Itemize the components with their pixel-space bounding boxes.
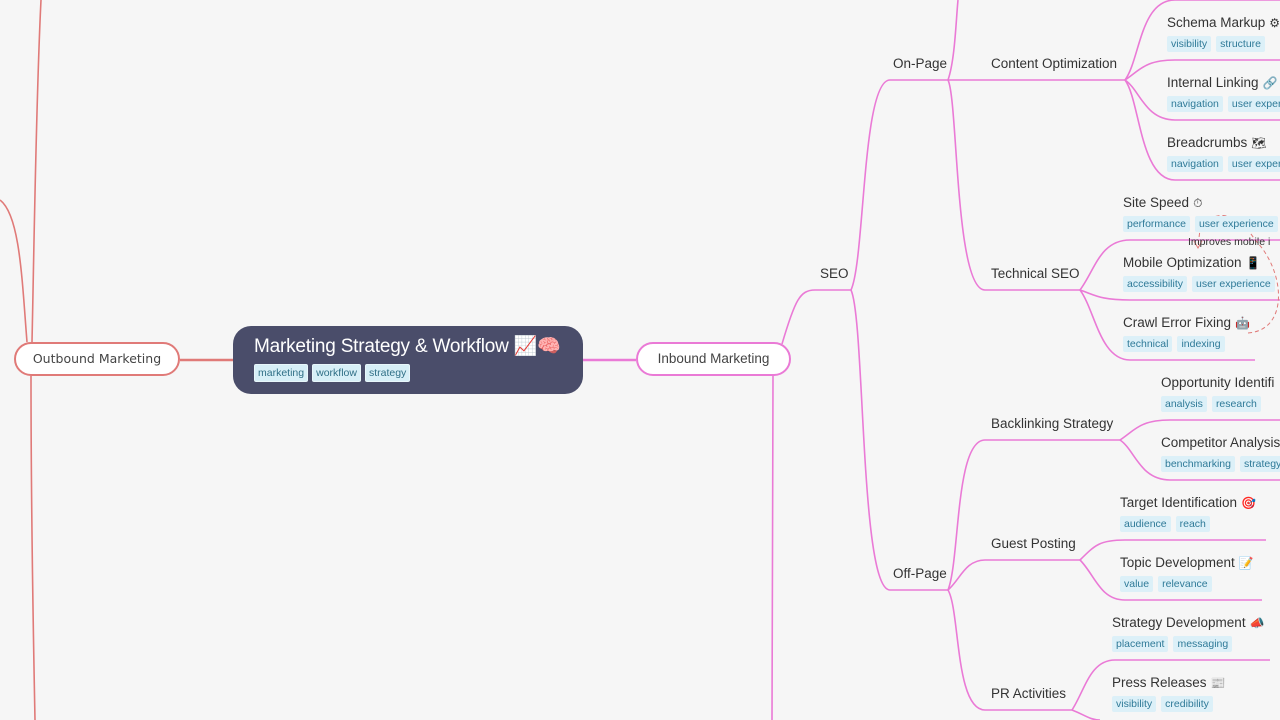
- leaf-title: Press Releases: [1112, 675, 1207, 690]
- link-outbound-up: [31, 0, 42, 343]
- guest-posting-node[interactable]: Guest Posting: [991, 535, 1076, 553]
- root-title: Marketing Strategy & Workflow 📈🧠: [254, 335, 583, 359]
- opportunity-identification-node[interactable]: Opportunity Identifi analysis research: [1161, 374, 1274, 412]
- leaf-title: Competitor Analysis: [1161, 435, 1280, 450]
- relationship-label[interactable]: Improves mobile i: [1188, 236, 1270, 248]
- mindmap-canvas[interactable]: Marketing Strategy & Workflow 📈🧠 marketi…: [0, 0, 1280, 720]
- press-releases-node[interactable]: Press Releases 📰 visibility credibility: [1112, 674, 1226, 712]
- newspaper-icon: 📰: [1210, 676, 1226, 690]
- robot-icon: 🤖: [1235, 316, 1250, 330]
- backlinking-strategy-node[interactable]: Backlinking Strategy: [991, 415, 1113, 433]
- tag[interactable]: strategy: [364, 364, 411, 382]
- outbound-marketing-node[interactable]: Outbound Marketing: [14, 342, 180, 376]
- seo-node[interactable]: SEO: [820, 265, 849, 283]
- leaf-title: Target Identification: [1120, 495, 1238, 510]
- tag[interactable]: value: [1120, 576, 1154, 592]
- link-offpage-guest: [947, 559, 1080, 591]
- stopwatch-icon: ⏱: [1193, 196, 1203, 210]
- tag[interactable]: credibility: [1161, 696, 1213, 712]
- inbound-marketing-node[interactable]: Inbound Marketing: [636, 342, 791, 376]
- mobile-phone-icon: 📱: [1245, 256, 1261, 270]
- content-optimization-node[interactable]: Content Optimization: [991, 55, 1117, 73]
- tag[interactable]: audience: [1120, 516, 1171, 532]
- link-onpage-technical: [947, 79, 1080, 291]
- tag[interactable]: indexing: [1177, 336, 1225, 352]
- chart-brain-icon: 📈🧠: [513, 336, 561, 357]
- link-inbound-seo: [781, 289, 851, 345]
- link-onpage-up: [947, 0, 959, 81]
- memo-icon: 📝: [1238, 556, 1254, 570]
- tag[interactable]: research: [1211, 396, 1261, 412]
- site-speed-node[interactable]: Site Speed ⏱ performance user experience: [1123, 194, 1278, 232]
- leaf-title: Crawl Error Fixing: [1123, 315, 1232, 330]
- tag[interactable]: accessibility: [1123, 276, 1188, 292]
- topic-development-node[interactable]: Topic Development 📝 value relevance: [1120, 554, 1254, 592]
- leaf-title: Schema Markup: [1167, 15, 1266, 30]
- megaphone-icon: 📣: [1249, 616, 1265, 630]
- strategy-development-node[interactable]: Strategy Development 📣 placement messaging: [1112, 614, 1265, 652]
- tag[interactable]: user experience: [1194, 216, 1278, 232]
- link-pr-press: [1071, 709, 1101, 720]
- tag[interactable]: visibility: [1167, 36, 1212, 52]
- technical-seo-node[interactable]: Technical SEO: [991, 265, 1080, 283]
- leaf-title: Breadcrumbs: [1167, 135, 1248, 150]
- off-page-node[interactable]: Off-Page: [893, 565, 947, 583]
- tag[interactable]: performance: [1123, 216, 1190, 232]
- breadcrumbs-node[interactable]: Breadcrumbs 🗺 navigation user experi: [1167, 134, 1280, 172]
- tag[interactable]: user experi: [1227, 96, 1280, 112]
- internal-linking-node[interactable]: Internal Linking 🔗 navigation user experi: [1167, 74, 1280, 112]
- leaf-title: Internal Linking: [1167, 75, 1259, 90]
- root-tags: marketing workflow strategy: [254, 364, 583, 382]
- link-seo-onpage: [850, 79, 948, 291]
- tag[interactable]: navigation: [1167, 96, 1223, 112]
- tag[interactable]: analysis: [1161, 396, 1207, 412]
- gear-icon: ⚙: [1269, 16, 1280, 30]
- crawl-error-fixing-node[interactable]: Crawl Error Fixing 🤖 technical indexing: [1123, 314, 1250, 352]
- tag[interactable]: navigation: [1167, 156, 1223, 172]
- tag[interactable]: marketing: [254, 364, 309, 382]
- tag[interactable]: reach: [1175, 516, 1210, 532]
- tag[interactable]: technical: [1123, 336, 1173, 352]
- leaf-title: Topic Development: [1120, 555, 1235, 570]
- leaf-title: Mobile Optimization: [1123, 255, 1242, 270]
- tag[interactable]: benchmarking: [1161, 456, 1235, 472]
- link-outbound-upleft: [0, 199, 28, 343]
- tag[interactable]: visibility: [1112, 696, 1157, 712]
- competitor-analysis-node[interactable]: Competitor Analysis benchmarking strategy: [1161, 434, 1280, 472]
- tag[interactable]: structure: [1216, 36, 1266, 52]
- target-identification-node[interactable]: Target Identification 🎯 audience reach: [1120, 494, 1256, 532]
- leaf-title: Site Speed: [1123, 195, 1190, 210]
- link-icon: 🔗: [1262, 76, 1278, 90]
- pr-activities-node[interactable]: PR Activities: [991, 685, 1066, 703]
- tag[interactable]: workflow: [312, 364, 361, 382]
- mobile-optimization-node[interactable]: Mobile Optimization 📱 accessibility user e…: [1123, 254, 1275, 292]
- link-offpage-backlinking: [947, 439, 1120, 591]
- tag[interactable]: strategy: [1239, 456, 1280, 472]
- on-page-node[interactable]: On-Page: [893, 55, 947, 73]
- target-icon: 🎯: [1241, 496, 1257, 510]
- tag[interactable]: placement: [1112, 636, 1169, 652]
- tag[interactable]: relevance: [1158, 576, 1212, 592]
- map-icon: 🗺: [1251, 136, 1267, 150]
- tag[interactable]: user experi: [1227, 156, 1280, 172]
- link-seo-offpage: [850, 289, 948, 591]
- leaf-title: Opportunity Identifi: [1161, 375, 1275, 390]
- root-title-text: Marketing Strategy & Workflow: [254, 336, 509, 357]
- link-inbound-down: [771, 375, 774, 720]
- tag[interactable]: user experience: [1192, 276, 1275, 292]
- tag[interactable]: messaging: [1173, 636, 1233, 652]
- link-outbound-down: [30, 375, 36, 720]
- root-node[interactable]: Marketing Strategy & Workflow 📈🧠 marketi…: [233, 326, 583, 394]
- leaf-title: Strategy Development: [1112, 615, 1246, 630]
- schema-markup-node[interactable]: Schema Markup ⚙ visibility structure: [1167, 14, 1280, 52]
